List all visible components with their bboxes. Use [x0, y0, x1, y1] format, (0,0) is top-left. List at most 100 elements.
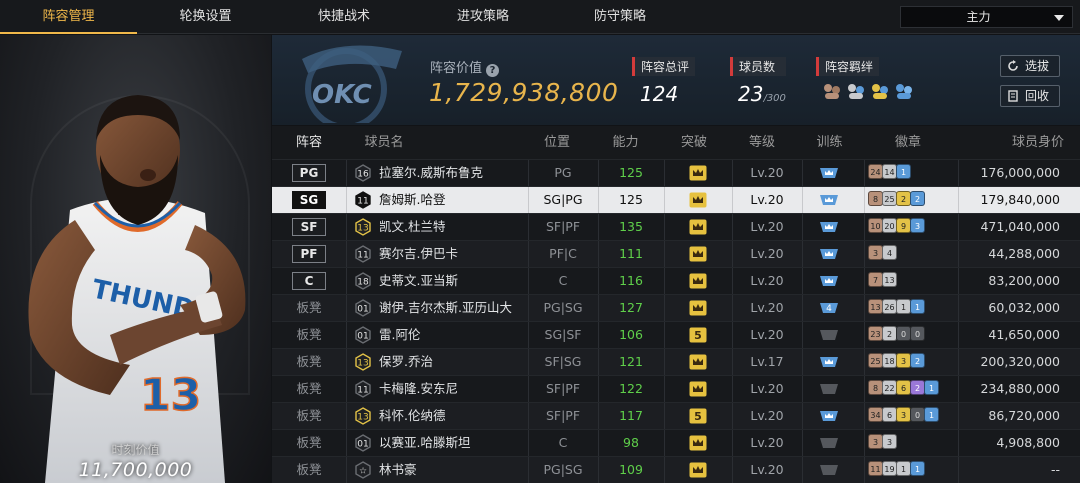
player-name[interactable]: 卡梅隆.安东尼: [379, 376, 527, 402]
position-slot-badge[interactable]: SG: [292, 191, 326, 209]
player-name[interactable]: 雷.阿伦: [379, 322, 527, 348]
column-divider: [802, 187, 803, 213]
table-row[interactable]: 板凳 01 以赛亚.哈滕斯坦 C 98 Lv.20 3 3 4,908,800: [272, 429, 1080, 456]
col-training[interactable]: 训练: [802, 126, 857, 159]
position-slot-badge[interactable]: C: [292, 272, 326, 290]
table-row[interactable]: PF 11 赛尔吉.伊巴卡 PF|C 111 Lv.20 3 4 44,288,000: [272, 240, 1080, 267]
column-divider: [864, 268, 865, 294]
player-level: Lv.20: [750, 246, 784, 261]
tab-offense-strategy[interactable]: 进攻策略: [414, 0, 552, 34]
column-divider: [346, 349, 347, 375]
table-row[interactable]: C 18 史蒂文.亚当斯 C 116 Lv.20 7 13 83,200,000: [272, 267, 1080, 294]
bond-blue-icon[interactable]: [894, 82, 914, 100]
player-name[interactable]: 林书豪: [379, 457, 527, 483]
column-divider: [664, 430, 665, 456]
player-name[interactable]: 科怀.伦纳德: [379, 403, 527, 429]
column-divider: [864, 403, 865, 429]
player-name[interactable]: 赛尔吉.伊巴卡: [379, 241, 527, 267]
slot-cell: SF: [272, 214, 346, 240]
jersey-number-badge: 13: [355, 218, 371, 236]
player-count: 球员数 23/300: [730, 57, 786, 106]
table-row[interactable]: 板凳 01 雷.阿伦 SG|SF 106 5 Lv.20 23 2 0 0 41,650,000: [272, 321, 1080, 348]
badge-count: 0: [896, 326, 911, 341]
recycle-button[interactable]: 回收: [1000, 85, 1060, 107]
table-row[interactable]: 板凳 ☆ 林书豪 PG|SG 109 Lv.20 11 19 1 1 --: [272, 456, 1080, 483]
training-crown-icon: [820, 249, 838, 259]
badge-count: 2: [896, 191, 911, 206]
col-breakthrough[interactable]: 突破: [664, 126, 724, 159]
bench-slot-label[interactable]: 板凳: [296, 300, 321, 315]
column-divider: [802, 457, 803, 483]
col-badges[interactable]: 徽章: [864, 126, 952, 159]
select-button[interactable]: 选拔: [1000, 55, 1060, 77]
player-name[interactable]: 凯文.杜兰特: [379, 214, 527, 240]
table-row[interactable]: SF 13 凯文.杜兰特 SF|PF 135 Lv.20 10 20 9 3 471,040,000: [272, 213, 1080, 240]
bench-slot-label[interactable]: 板凳: [296, 408, 321, 423]
column-divider: [664, 160, 665, 186]
table-row[interactable]: 板凳 13 科怀.伦纳德 SF|PF 117 5 Lv.20 34 6 3 0 1 86,720,000: [272, 402, 1080, 429]
table-row[interactable]: PG 16 拉塞尔.威斯布鲁克 PG 125 Lv.20 24 14 1 176,000,000: [272, 159, 1080, 186]
position-slot-badge[interactable]: PF: [292, 245, 326, 263]
bond-bronze-icon[interactable]: [822, 82, 842, 100]
document-icon: [1008, 90, 1018, 102]
column-divider: [664, 322, 665, 348]
col-position[interactable]: 位置: [528, 126, 586, 159]
tab-quick-tactics[interactable]: 快捷战术: [274, 0, 414, 34]
table-row[interactable]: 板凳 11 卡梅隆.安东尼 SF|PF 122 Lv.20 8 22 6 2 1 234,880,00…: [272, 375, 1080, 402]
col-name[interactable]: 球员名: [354, 126, 414, 159]
badge-count: 2: [910, 353, 925, 368]
slot-cell: PF: [272, 241, 346, 267]
lineup-select[interactable]: 主力: [900, 6, 1073, 28]
player-price: 179,840,000: [980, 192, 1060, 207]
bond-gold-icon[interactable]: [870, 82, 890, 100]
jersey-number: 13: [357, 359, 368, 369]
player-position: SF|PF: [545, 381, 581, 396]
tab-defense-strategy[interactable]: 防守策略: [552, 0, 688, 34]
player-name[interactable]: 拉塞尔.威斯布鲁克: [379, 160, 527, 186]
column-divider: [664, 187, 665, 213]
table-row[interactable]: 板凳 01 谢伊.吉尔杰斯.亚历山大 PG|SG 127 Lv.20 4 13 26 1 1 60,0…: [272, 294, 1080, 321]
bench-slot-label[interactable]: 板凳: [296, 462, 321, 477]
position-slot-badge[interactable]: PG: [292, 164, 326, 182]
player-name[interactable]: 谢伊.吉尔杰斯.亚历山大: [379, 295, 527, 321]
breakthrough-crown-icon: [689, 354, 707, 370]
player-name[interactable]: 詹姆斯.哈登: [379, 187, 527, 213]
market-value-label: 时刻价值: [111, 443, 160, 457]
col-price[interactable]: 球员身价: [958, 126, 1064, 159]
col-slot[interactable]: 阵容: [272, 126, 346, 159]
player-price: 176,000,000: [980, 165, 1060, 180]
breakthrough-crown-icon: [689, 462, 707, 478]
lineup-value-label: 阵容价值?: [430, 57, 500, 77]
player-ability: 116: [619, 273, 643, 288]
col-level[interactable]: 等级: [732, 126, 792, 159]
lineup-bond-label: 阵容羁绊: [816, 57, 880, 76]
badge-count: 2: [882, 326, 897, 341]
bench-slot-label[interactable]: 板凳: [296, 327, 321, 342]
player-level: Lv.20: [750, 300, 784, 315]
col-ability[interactable]: 能力: [598, 126, 653, 159]
tab-lineup-management[interactable]: 阵容管理: [0, 0, 137, 34]
table-row[interactable]: 板凳 13 保罗.乔治 SF|SG 121 Lv.17 25 18 3 2 200,320,000: [272, 348, 1080, 375]
slot-cell: SG: [272, 187, 346, 213]
column-divider: [802, 241, 803, 267]
bench-slot-label[interactable]: 板凳: [296, 381, 321, 396]
table-row[interactable]: SG 11 詹姆斯.哈登 SG|PG 125 Lv.20 8 25 2 2 179,840,000: [272, 186, 1080, 213]
player-image: THUND 13: [28, 95, 246, 483]
breakthrough-crown-icon: [689, 192, 707, 208]
player-position: C: [558, 273, 568, 288]
tab-rotation-settings[interactable]: 轮换设置: [137, 0, 274, 34]
bench-slot-label[interactable]: 板凳: [296, 435, 321, 450]
slot-cell: 板凳: [272, 349, 346, 375]
bench-slot-label[interactable]: 板凳: [296, 354, 321, 369]
player-name[interactable]: 保罗.乔治: [379, 349, 527, 375]
table-body: PG 16 拉塞尔.威斯布鲁克 PG 125 Lv.20 24 14 1 176,000,000 S…: [272, 159, 1080, 483]
bond-silver-icon[interactable]: [846, 82, 866, 100]
column-divider: [664, 295, 665, 321]
badge-count: 1: [896, 164, 911, 179]
help-icon[interactable]: ?: [486, 64, 500, 77]
position-slot-badge[interactable]: SF: [292, 218, 326, 236]
training-crown-icon: [820, 168, 838, 178]
player-name[interactable]: 史蒂文.亚当斯: [379, 268, 527, 294]
player-position: SF|PF: [545, 408, 581, 423]
player-name[interactable]: 以赛亚.哈滕斯坦: [379, 430, 527, 456]
